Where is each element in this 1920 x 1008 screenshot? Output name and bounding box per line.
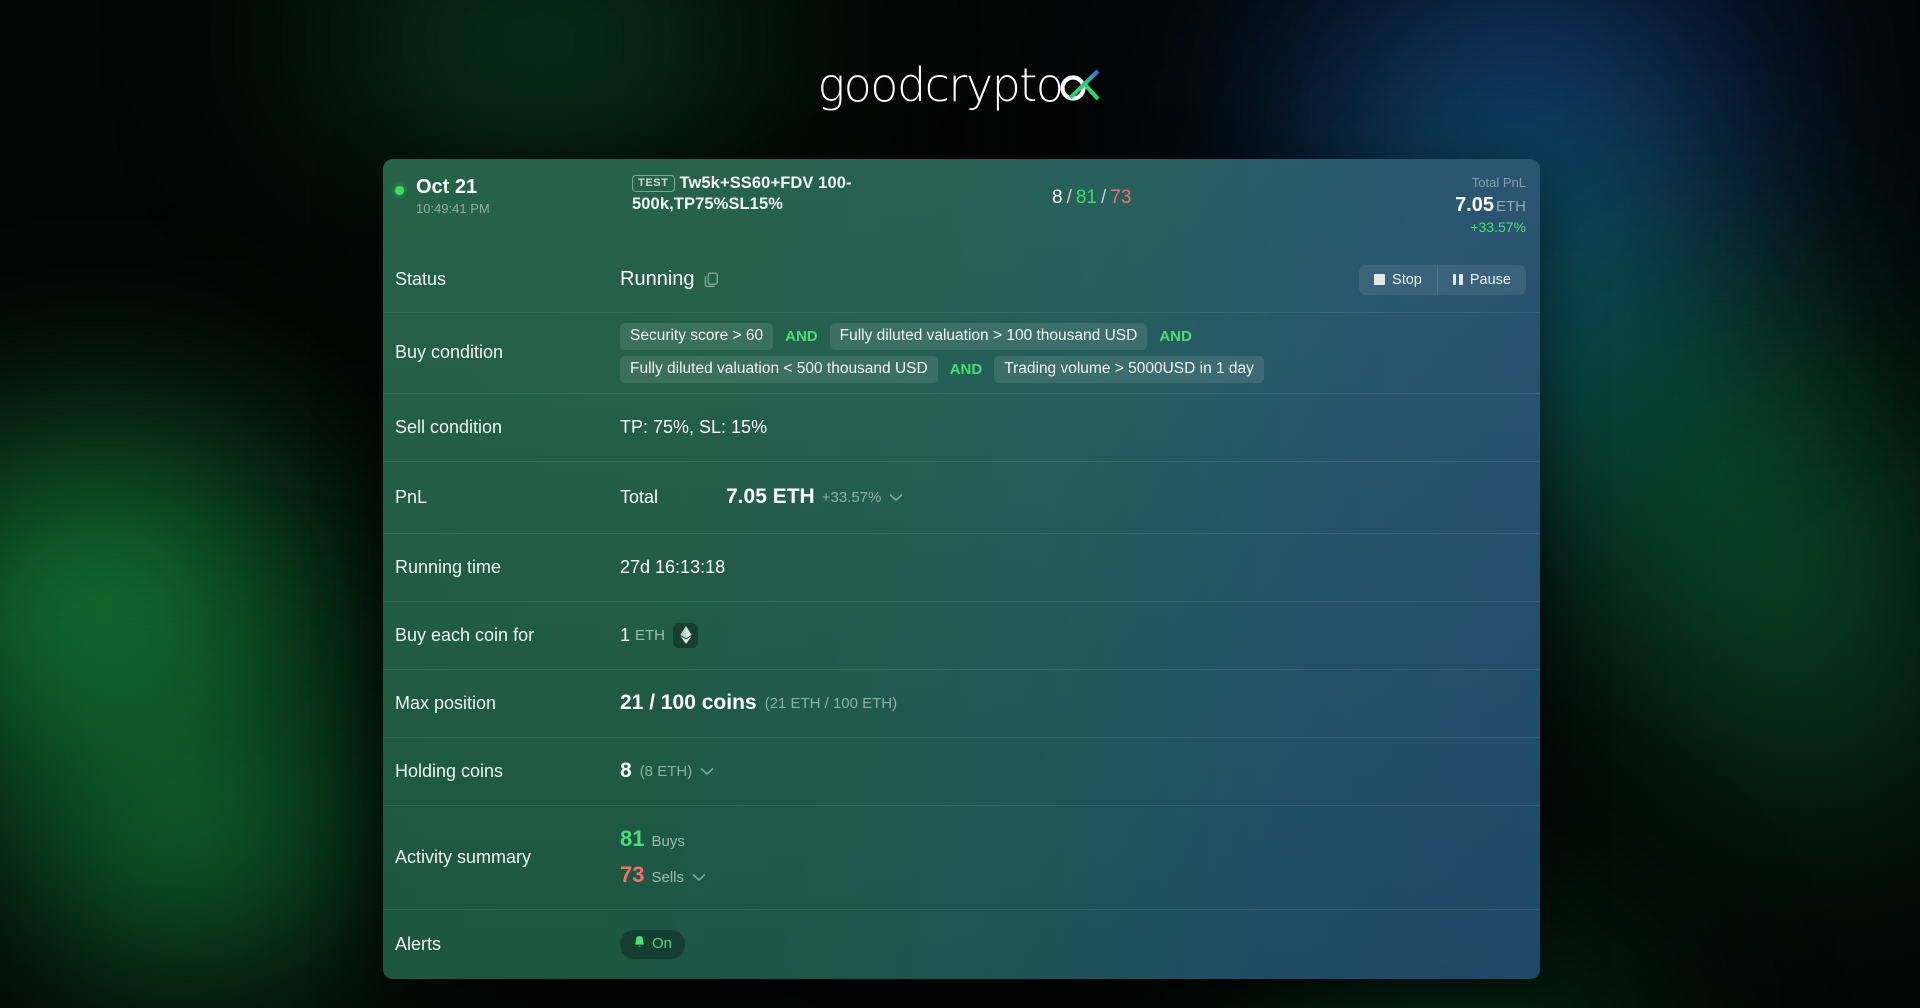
brand-name: goodcrypto [818, 58, 1063, 112]
header-date: Oct 21 [416, 175, 490, 200]
holding-coins-value: 8 [620, 759, 632, 783]
bell-icon [633, 935, 646, 953]
copy-icon[interactable] [704, 272, 719, 288]
alerts-toggle[interactable]: On [620, 930, 685, 959]
activity-buys: 81 Buys [620, 826, 706, 852]
condition-operator: AND [1156, 328, 1195, 345]
label-buy-condition: Buy condition [383, 342, 620, 363]
row-buy-each-coin: Buy each coin for 1 ETH [383, 601, 1540, 669]
header-counts: 8 / 81 / 73 [932, 173, 1376, 209]
brand-x-icon [1056, 63, 1102, 107]
label-running-time: Running time [383, 557, 620, 578]
alerts-state: On [652, 935, 672, 952]
max-position-detail: (21 ETH / 100 ETH) [765, 695, 898, 712]
count-buys: 81 [1076, 187, 1097, 209]
buy-each-amount: 1 [620, 625, 630, 646]
activity-sells: 73 Sells [620, 862, 706, 888]
header-time: 10:49:41 PM [416, 201, 490, 216]
activity-sells-count: 73 [620, 862, 644, 888]
row-buy-condition: Buy condition Security score > 60 AND Fu… [383, 312, 1540, 393]
condition-chip[interactable]: Security score > 60 [620, 323, 773, 350]
row-alerts: Alerts On [383, 909, 1540, 979]
header-pnl-percent: +33.57% [1376, 218, 1526, 236]
brand-logo: goodcrypto [0, 58, 1920, 112]
activity-sells-tag: Sells [651, 869, 684, 886]
pnl-total-value: 7.05 ETH [726, 485, 815, 509]
activity-buys-count: 81 [620, 826, 644, 852]
count-sep-2: / [1101, 187, 1106, 209]
header-pnl-value: 7.05 [1455, 194, 1494, 216]
label-holding-coins: Holding coins [383, 761, 620, 782]
buy-condition-chips: Security score > 60 AND Fully diluted va… [620, 313, 1420, 393]
label-activity-summary: Activity summary [383, 847, 620, 868]
row-holding-coins: Holding coins 8 (8 ETH) [383, 737, 1540, 805]
running-time-value: 27d 16:13:18 [620, 557, 725, 578]
max-position-value: 21 / 100 coins [620, 691, 757, 715]
stop-label: Stop [1392, 272, 1422, 288]
ethereum-icon [673, 623, 698, 648]
pause-icon [1453, 274, 1463, 285]
row-status: Status Running Stop [383, 248, 1540, 312]
row-sell-condition: Sell condition TP: 75%, SL: 15% [383, 393, 1540, 461]
count-sells: 73 [1110, 187, 1131, 209]
chevron-down-icon[interactable] [889, 493, 903, 502]
header-pnl-unit: ETH [1496, 198, 1526, 215]
condition-chip[interactable]: Trading volume > 5000USD in 1 day [994, 356, 1264, 383]
header-pnl-caption: Total PnL [1376, 174, 1526, 192]
pause-button[interactable]: Pause [1437, 265, 1526, 295]
label-buy-each-coin: Buy each coin for [383, 625, 620, 646]
status-dot-icon [395, 186, 404, 195]
header-date-block: Oct 21 10:49:41 PM [395, 173, 632, 216]
label-status: Status [383, 269, 620, 290]
label-max-position: Max position [383, 693, 620, 714]
label-alerts: Alerts [383, 934, 620, 955]
test-badge: TEST [632, 175, 675, 192]
row-running-time: Running time 27d 16:13:18 [383, 533, 1540, 601]
condition-operator: AND [782, 328, 821, 345]
bot-name-block[interactable]: TESTTw5k+SS60+FDV 100-500k,TP75%SL15% [632, 173, 932, 215]
buy-each-unit: ETH [635, 627, 665, 644]
app-background: goodcrypto Oct 21 [0, 0, 1920, 1008]
label-sell-condition: Sell condition [383, 417, 620, 438]
pnl-total-percent: +33.57% [822, 489, 882, 506]
pause-label: Pause [1470, 272, 1511, 288]
row-pnl: PnL Total 7.05 ETH +33.57% [383, 461, 1540, 533]
condition-operator: AND [947, 361, 986, 378]
bot-detail-card: Oct 21 10:49:41 PM TESTTw5k+SS60+FDV 100… [383, 159, 1540, 979]
label-pnl: PnL [383, 487, 620, 508]
chevron-down-icon[interactable] [692, 873, 706, 882]
count-sep-1: / [1067, 187, 1072, 209]
row-max-position: Max position 21 / 100 coins (21 ETH / 10… [383, 669, 1540, 737]
count-holding: 8 [1052, 187, 1063, 209]
status-value: Running [620, 268, 695, 291]
condition-chip[interactable]: Fully diluted valuation < 500 thousand U… [620, 356, 938, 383]
card-header: Oct 21 10:49:41 PM TESTTw5k+SS60+FDV 100… [383, 159, 1540, 248]
header-pnl: Total PnL 7.05ETH +33.57% [1376, 173, 1526, 236]
activity-buys-tag: Buys [651, 833, 684, 850]
sell-condition-value: TP: 75%, SL: 15% [620, 417, 767, 438]
stop-button[interactable]: Stop [1359, 265, 1437, 295]
stop-icon [1374, 274, 1385, 285]
chevron-down-icon[interactable] [700, 767, 714, 776]
pnl-total-label: Total [620, 487, 726, 508]
row-activity-summary: Activity summary 81 Buys 73 Sells [383, 805, 1540, 909]
holding-coins-detail: (8 ETH) [640, 763, 693, 780]
bot-controls: Stop Pause [1359, 265, 1526, 295]
condition-chip[interactable]: Fully diluted valuation > 100 thousand U… [830, 323, 1148, 350]
